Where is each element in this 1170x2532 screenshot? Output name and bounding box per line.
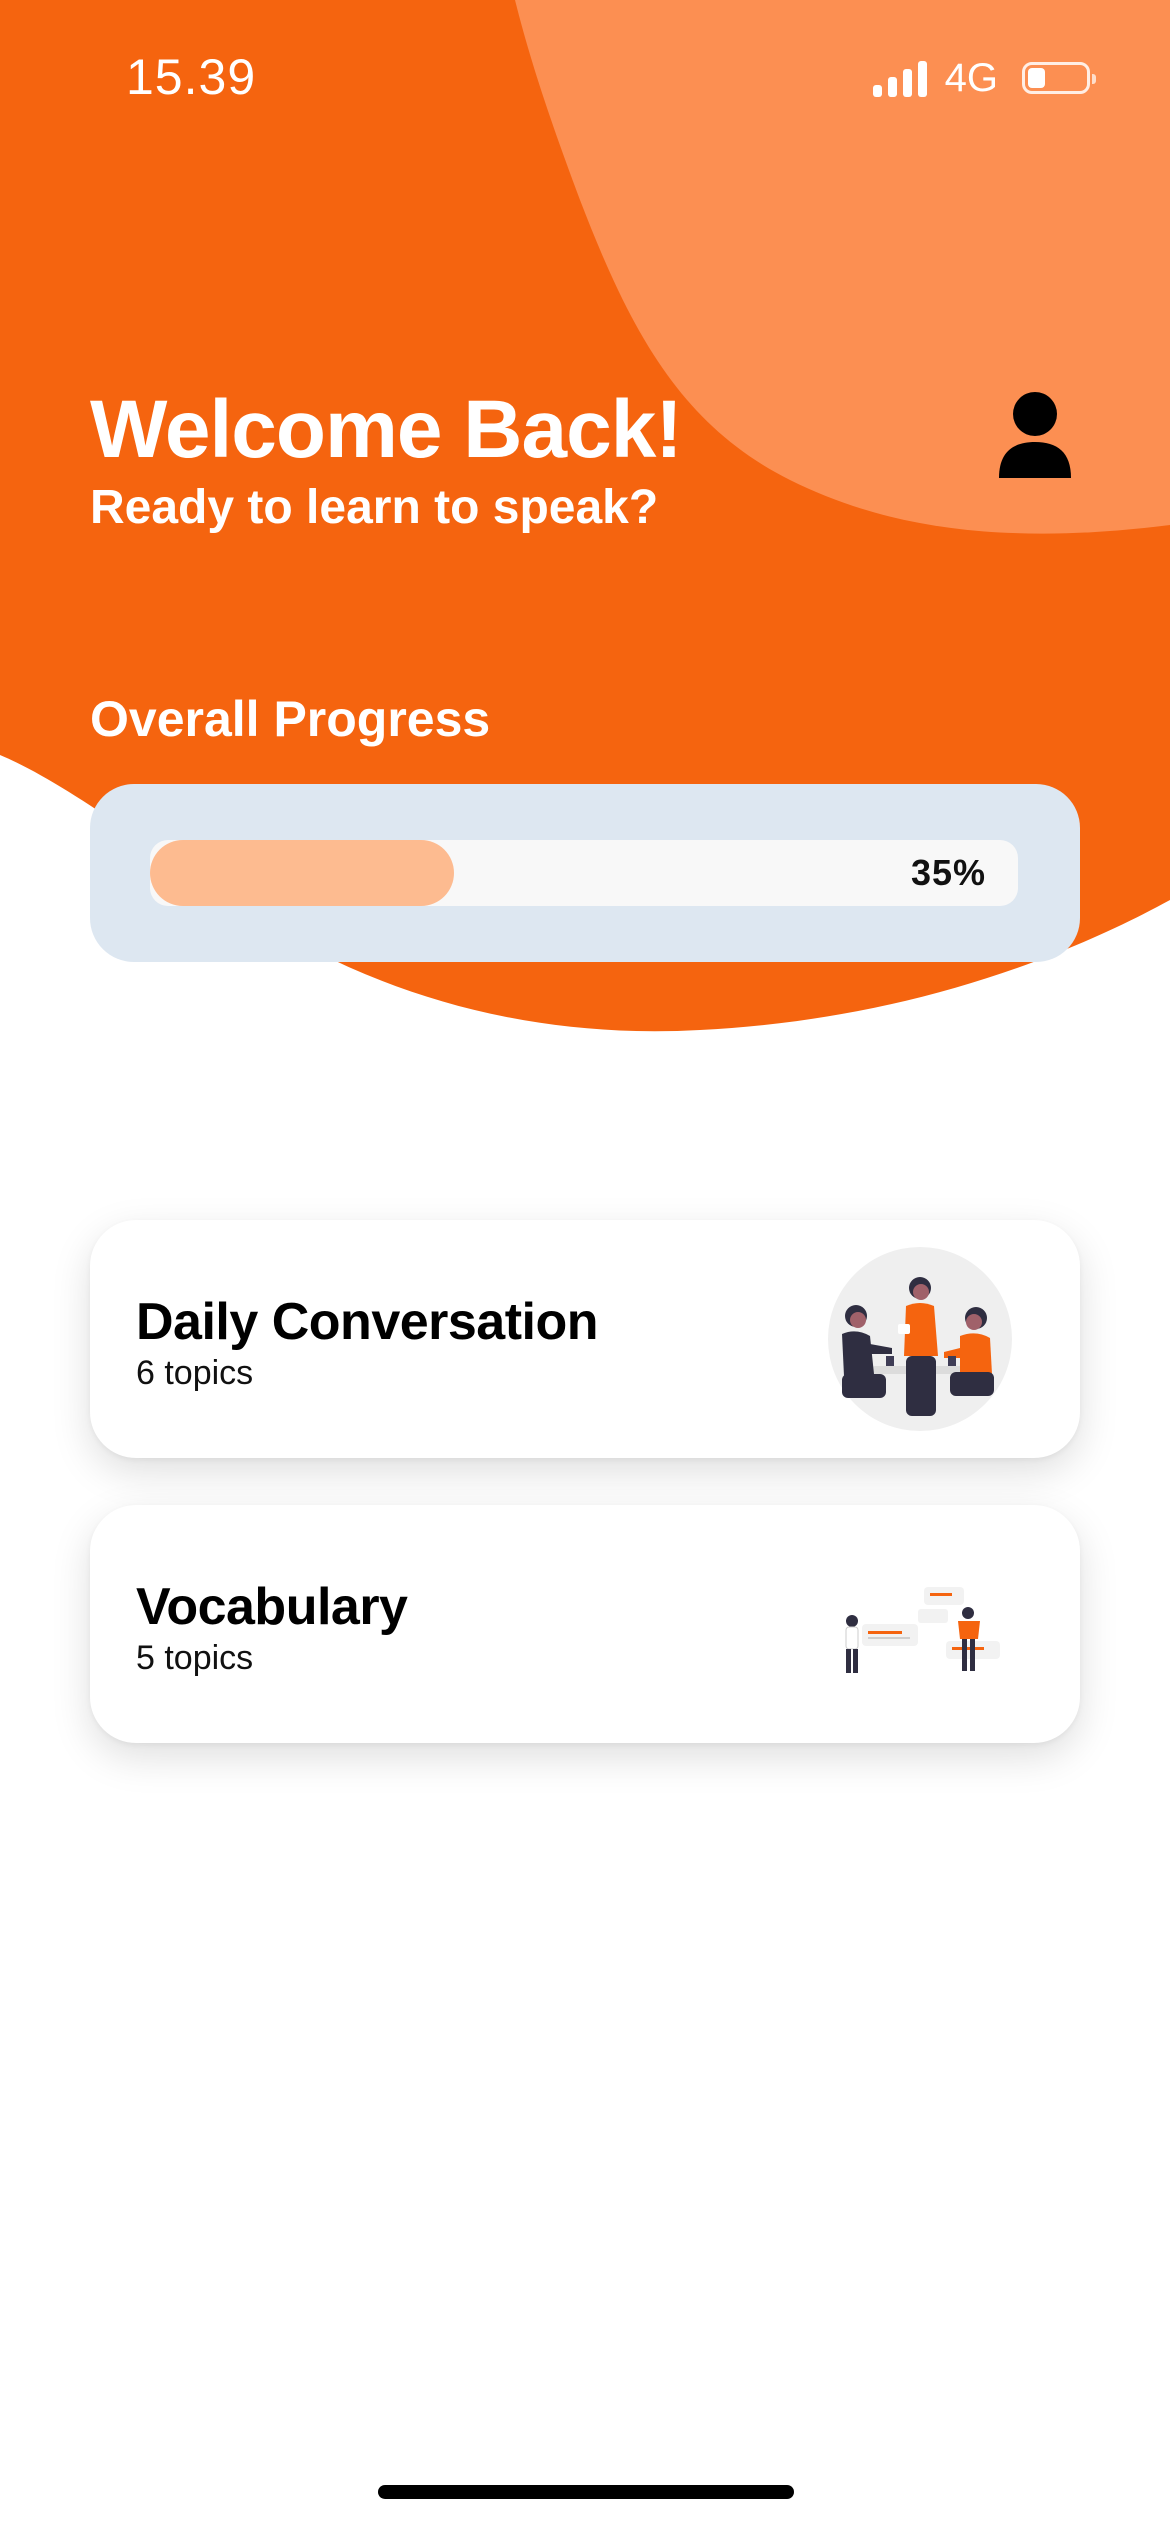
progress-label: Overall Progress xyxy=(90,691,491,747)
home-screen: 15.39 4G Welcome Back! Ready to learn to… xyxy=(0,0,1170,2532)
topic-count: 5 topics xyxy=(136,1639,254,1677)
profile-button[interactable] xyxy=(995,390,1075,480)
home-indicator[interactable] xyxy=(378,2485,794,2499)
progress-bar: 35% xyxy=(150,840,1018,906)
conversation-illustration xyxy=(828,1247,1012,1431)
topic-card-daily-conversation[interactable]: Daily Conversation 6 topics xyxy=(90,1220,1080,1458)
topic-count: 6 topics xyxy=(136,1354,254,1392)
topic-title: Daily Conversation xyxy=(136,1293,599,1351)
progress-card: 35% xyxy=(90,784,1080,962)
status-bar: 15.39 4G xyxy=(0,0,1170,160)
page-subtitle: Ready to learn to speak? xyxy=(90,481,659,534)
status-indicators: 4G xyxy=(872,55,1096,100)
battery-icon xyxy=(1022,62,1096,94)
progress-percent: 35% xyxy=(910,852,986,893)
person-icon xyxy=(999,392,1071,478)
network-type: 4G xyxy=(944,55,998,100)
battery-level xyxy=(1028,68,1045,88)
cellular-signal-icon xyxy=(872,59,927,97)
welcome-header: Welcome Back! Ready to learn to speak? xyxy=(90,380,683,538)
progress-bar-fill xyxy=(150,840,454,906)
page-title: Welcome Back! xyxy=(90,384,683,475)
topic-title: Vocabulary xyxy=(136,1578,408,1636)
topic-card-vocabulary[interactable]: Vocabulary 5 topics xyxy=(90,1505,1080,1743)
vocabulary-illustration xyxy=(845,1587,1000,1673)
status-time: 15.39 xyxy=(126,49,257,105)
